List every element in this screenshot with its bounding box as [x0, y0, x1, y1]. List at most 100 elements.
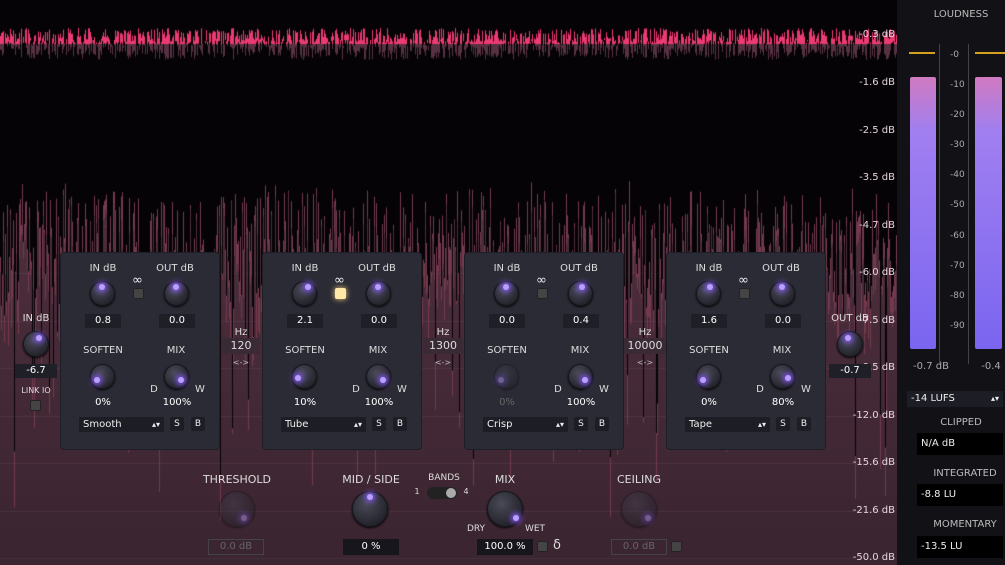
- link-infinity-icon: ∞: [738, 273, 749, 288]
- crossover-freq-value[interactable]: 1300: [423, 338, 463, 354]
- band-in-value[interactable]: 0.8: [85, 314, 121, 328]
- crossover-1[interactable]: Hz 120 <->: [222, 327, 260, 367]
- band-soften-knob[interactable]: [696, 364, 721, 389]
- waveform-display: -0.3 dB -1.6 dB -2.5 dB -3.5 dB -4.7 dB …: [0, 0, 897, 565]
- band-mode-select[interactable]: Crisp ▴▾: [483, 417, 568, 432]
- band-wet-label: W: [599, 384, 609, 395]
- band-link-toggle[interactable]: [739, 288, 750, 299]
- band-mix-value[interactable]: 100%: [157, 396, 197, 410]
- ceiling-value[interactable]: 0.0 dB: [611, 539, 667, 555]
- threshold-knob[interactable]: [219, 491, 255, 527]
- band-mix-value[interactable]: 80%: [763, 396, 803, 410]
- input-gain-value[interactable]: -6.7: [15, 364, 57, 378]
- band-out-value[interactable]: 0.4: [563, 314, 599, 328]
- band-bypass-button[interactable]: B: [191, 417, 205, 431]
- band-in-knob[interactable]: [292, 281, 317, 306]
- bands-label: BANDS: [428, 473, 460, 483]
- bands-max-label: 4: [463, 487, 469, 496]
- band-soften-label: SOFTEN: [487, 345, 527, 356]
- midside-knob[interactable]: [352, 491, 388, 527]
- output-gain-knob[interactable]: [837, 331, 863, 357]
- band-mix-knob[interactable]: [366, 364, 391, 389]
- band-mix-value[interactable]: 100%: [561, 396, 601, 410]
- band-out-value[interactable]: 0.0: [361, 314, 397, 328]
- band-out-knob[interactable]: [366, 281, 391, 306]
- band-out-knob[interactable]: [568, 281, 593, 306]
- band-in-knob[interactable]: [90, 281, 115, 306]
- band-out-value[interactable]: 0.0: [765, 314, 801, 328]
- band-soften-value[interactable]: 0%: [85, 396, 121, 410]
- band-solo-button[interactable]: S: [574, 417, 588, 431]
- band-out-label: OUT dB: [156, 263, 194, 274]
- midside-value[interactable]: 0 %: [343, 539, 399, 555]
- band-link-toggle[interactable]: [133, 288, 144, 299]
- delta-toggle[interactable]: [537, 541, 548, 552]
- band-dry-label: D: [554, 384, 562, 395]
- band-dry-label: D: [150, 384, 158, 395]
- scale-tick: -0.3 dB: [859, 29, 895, 40]
- meter-tick: -0: [950, 50, 959, 60]
- band-out-value[interactable]: 0.0: [159, 314, 195, 328]
- link-io-toggle[interactable]: [30, 400, 41, 411]
- band-link-toggle[interactable]: [537, 288, 548, 299]
- band-mode-select[interactable]: Tape ▴▾: [685, 417, 770, 432]
- ceiling-link-toggle[interactable]: [671, 541, 682, 552]
- ceiling-knob[interactable]: [621, 491, 657, 527]
- crossover-2[interactable]: Hz 1300 <->: [423, 327, 463, 367]
- band-out-knob[interactable]: [770, 281, 795, 306]
- band-solo-button[interactable]: S: [170, 417, 184, 431]
- band-soften-knob[interactable]: [494, 364, 519, 389]
- lufs-target-select[interactable]: -14 LUFS ▴▾: [907, 391, 1003, 407]
- band-in-knob[interactable]: [494, 281, 519, 306]
- link-infinity-icon: ∞: [334, 273, 345, 288]
- band-in-value[interactable]: 2.1: [287, 314, 323, 328]
- scale-tick: -4.7 dB: [859, 220, 895, 231]
- output-gain-value[interactable]: -0.7: [829, 364, 871, 378]
- crossover-freq-value[interactable]: 10000: [623, 338, 667, 354]
- band-in-label: IN dB: [291, 263, 319, 274]
- band-wet-label: W: [195, 384, 205, 395]
- band-mode-value: Tube: [285, 419, 309, 430]
- band-soften-knob[interactable]: [292, 364, 317, 389]
- meter-tick: -60: [950, 231, 965, 241]
- integrated-label: INTEGRATED: [933, 468, 997, 479]
- right-peak-marker: [975, 52, 1005, 54]
- band-soften-value[interactable]: 10%: [287, 396, 323, 410]
- band-solo-button[interactable]: S: [776, 417, 790, 431]
- band-out-knob[interactable]: [164, 281, 189, 306]
- band-mix-knob[interactable]: [770, 364, 795, 389]
- band-solo-button[interactable]: S: [372, 417, 386, 431]
- band-link-toggle[interactable]: [335, 288, 346, 299]
- crossover-drag-icon[interactable]: <->: [623, 358, 667, 367]
- mix-knob[interactable]: [487, 491, 523, 527]
- crossover-freq-value[interactable]: 120: [222, 338, 260, 354]
- bands-toggle[interactable]: [427, 487, 457, 499]
- select-arrows-icon: ▴▾: [555, 420, 564, 429]
- clipped-value: N/A dB: [917, 433, 1003, 455]
- band-in-value[interactable]: 1.6: [691, 314, 727, 328]
- band-mix-value[interactable]: 100%: [359, 396, 399, 410]
- band-soften-value[interactable]: 0%: [691, 396, 727, 410]
- band-mode-select[interactable]: Tube ▴▾: [281, 417, 366, 432]
- band-mode-select[interactable]: Smooth ▴▾: [79, 417, 164, 432]
- crossover-drag-icon[interactable]: <->: [222, 358, 260, 367]
- band-soften-value[interactable]: 0%: [489, 396, 525, 410]
- threshold-value[interactable]: 0.0 dB: [208, 539, 264, 555]
- mix-value[interactable]: 100.0 %: [477, 539, 533, 555]
- crossover-drag-icon[interactable]: <->: [423, 358, 463, 367]
- band-soften-knob[interactable]: [90, 364, 115, 389]
- meter-tick: -80: [950, 291, 965, 301]
- band-bypass-button[interactable]: B: [595, 417, 609, 431]
- clipped-label: CLIPPED: [940, 417, 982, 428]
- band-bypass-button[interactable]: B: [393, 417, 407, 431]
- crossover-3[interactable]: Hz 10000 <->: [623, 327, 667, 367]
- input-gain-knob[interactable]: [23, 331, 49, 357]
- band-in-knob[interactable]: [696, 281, 721, 306]
- band-mode-value: Tape: [689, 419, 713, 430]
- scale-tick: -6.0 dB: [859, 267, 895, 278]
- loudness-panel: LOUDNESS -0 -10 -20 -30 -40 -50 -60 -70 …: [897, 0, 1005, 565]
- band-in-value[interactable]: 0.0: [489, 314, 525, 328]
- band-bypass-button[interactable]: B: [797, 417, 811, 431]
- band-mix-knob[interactable]: [164, 364, 189, 389]
- band-mix-knob[interactable]: [568, 364, 593, 389]
